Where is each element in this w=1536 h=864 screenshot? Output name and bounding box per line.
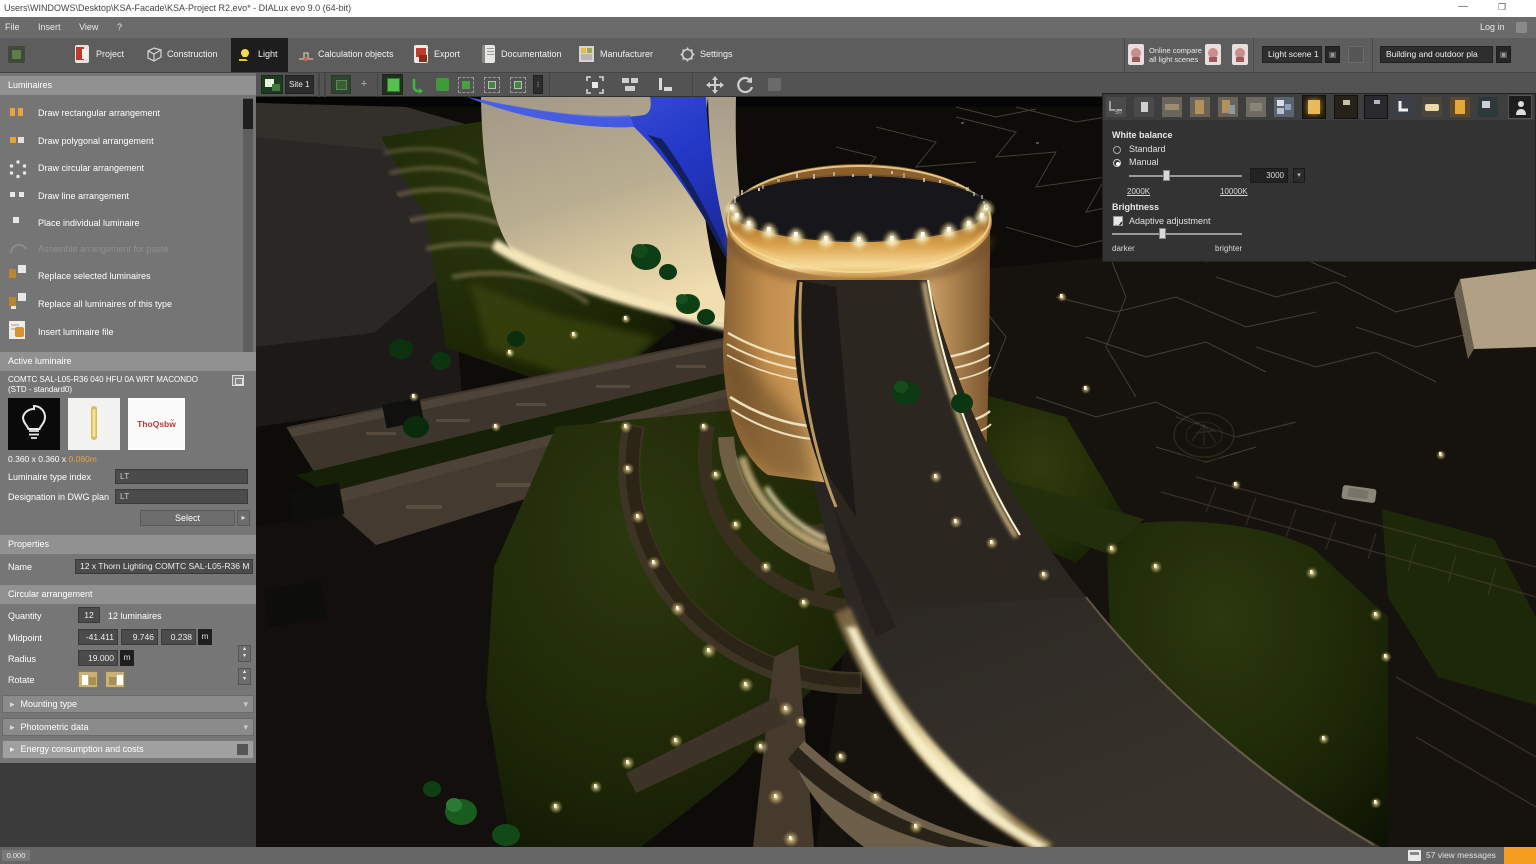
svg-text:50: 50 — [1115, 110, 1122, 116]
